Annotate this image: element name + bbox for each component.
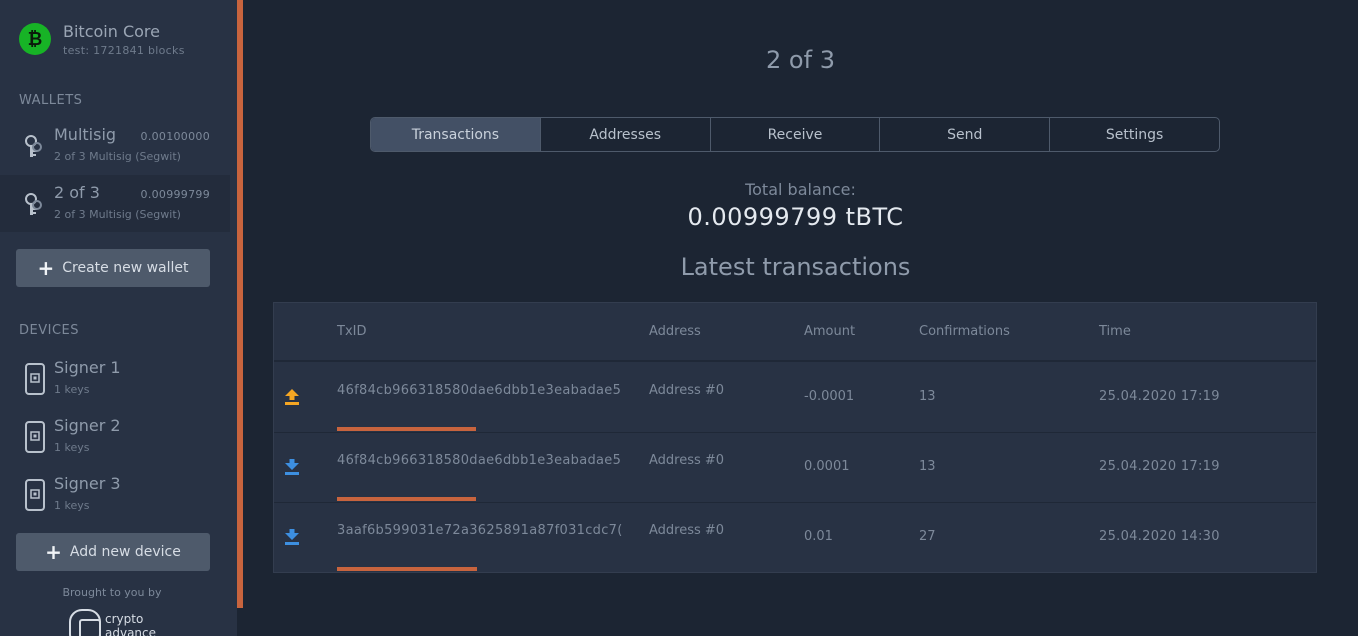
brought-to-you-label: Brought to you by: [62, 586, 162, 599]
latest-transactions-heading: Latest transactions: [680, 253, 911, 281]
tx-id-underline: [337, 567, 477, 571]
sponsor-logo-text: crypto advance: [105, 612, 157, 636]
keys-icon: [25, 135, 42, 157]
hardware-device-icon: [25, 363, 45, 395]
device-keys: 1 keys: [54, 441, 90, 454]
add-device-label: Add new device: [69, 544, 181, 560]
tx-id-underline: [337, 497, 476, 501]
hardware-device-icon: [25, 479, 45, 511]
tx-amount: 0.0001: [804, 459, 850, 474]
tx-id[interactable]: 46f84cb966318580dae6dbb1e3eabadae5: [337, 453, 629, 468]
download-arrow-icon: [285, 529, 299, 545]
keys-icon: [25, 193, 42, 215]
tab-receive[interactable]: Receive: [711, 118, 881, 151]
tx-time: 25.04.2020 17:19: [1099, 389, 1220, 404]
app-title: Bitcoin Core: [63, 22, 160, 41]
tx-id-underline: [337, 427, 476, 431]
total-balance-label: Total balance:: [745, 180, 856, 199]
wallet-name: Multisig: [54, 125, 117, 144]
tx-time: 25.04.2020 17:19: [1099, 459, 1220, 474]
tx-time: 25.04.2020 14:30: [1099, 529, 1220, 544]
column-header-time: Time: [1099, 324, 1131, 339]
device-keys: 1 keys: [54, 499, 90, 512]
plus-icon: +: [45, 540, 62, 564]
bitcoin-icon: ₿: [19, 23, 51, 55]
total-balance-value: 0.00999799 tBTC: [687, 203, 904, 231]
crypto-advance-logo[interactable]: crypto advance: [68, 608, 158, 636]
sidebar: ₿ Bitcoin Core test: 1721841 blocks WALL…: [0, 0, 237, 636]
wallet-type: 2 of 3 Multisig (Segwit): [54, 150, 181, 163]
wallet-balance: 0.00100000: [140, 130, 210, 143]
table-row[interactable]: 46f84cb966318580dae6dbb1e3eabadae5 Addre…: [274, 363, 1316, 433]
tab-transactions[interactable]: Transactions: [371, 118, 541, 151]
sidebar-wallet-2-of-3[interactable]: 2 of 3 0.00999799 2 of 3 Multisig (Segwi…: [0, 175, 230, 232]
wallets-section-label: WALLETS: [19, 93, 83, 108]
device-name: Signer 2: [54, 416, 121, 435]
tx-confirmations: 13: [919, 389, 936, 404]
wallet-tabs: Transactions Addresses Receive Send Sett…: [370, 117, 1220, 152]
column-header-address: Address: [649, 324, 701, 339]
sidebar-scrollbar-thumb[interactable]: [237, 0, 243, 608]
column-header-confirmations: Confirmations: [919, 324, 1010, 339]
device-name: Signer 3: [54, 474, 121, 493]
tx-confirmations: 27: [919, 529, 936, 544]
device-keys: 1 keys: [54, 383, 90, 396]
tx-amount: -0.0001: [804, 389, 855, 404]
tab-addresses[interactable]: Addresses: [541, 118, 711, 151]
tx-address[interactable]: Address #0: [649, 383, 724, 398]
tx-id[interactable]: 46f84cb966318580dae6dbb1e3eabadae5: [337, 383, 629, 398]
tx-address[interactable]: Address #0: [649, 523, 724, 538]
column-header-amount: Amount: [804, 324, 856, 339]
upload-arrow-icon: [285, 389, 299, 405]
sidebar-device-signer-3[interactable]: Signer 3 1 keys: [0, 469, 230, 519]
sidebar-device-signer-1[interactable]: Signer 1 1 keys: [0, 353, 230, 403]
sidebar-device-signer-2[interactable]: Signer 2 1 keys: [0, 411, 230, 461]
tx-confirmations: 13: [919, 459, 936, 474]
block-height: test: 1721841 blocks: [63, 44, 185, 57]
device-name: Signer 1: [54, 358, 121, 377]
devices-section-label: DEVICES: [19, 323, 79, 338]
create-wallet-button[interactable]: + Create new wallet: [16, 249, 210, 287]
tab-settings[interactable]: Settings: [1050, 118, 1219, 151]
sidebar-scrollbar-track[interactable]: [237, 608, 243, 636]
table-row[interactable]: 3aaf6b599031e72a3625891a87f031cdc7( Addr…: [274, 503, 1316, 573]
page-title: 2 of 3: [766, 46, 835, 74]
add-device-button[interactable]: + Add new device: [16, 533, 210, 571]
plus-icon: +: [37, 256, 55, 280]
tx-id[interactable]: 3aaf6b599031e72a3625891a87f031cdc7(: [337, 523, 629, 538]
column-header-txid: TxID: [337, 324, 367, 339]
wallet-balance: 0.00999799: [140, 188, 210, 201]
transactions-table: TxID Address Amount Confirmations Time 4…: [273, 302, 1317, 573]
sidebar-wallet-multisig[interactable]: Multisig 0.00100000 2 of 3 Multisig (Seg…: [0, 117, 230, 174]
wallet-name: 2 of 3: [54, 183, 100, 202]
hardware-device-icon: [25, 421, 45, 453]
tx-address[interactable]: Address #0: [649, 453, 724, 468]
wallet-type: 2 of 3 Multisig (Segwit): [54, 208, 181, 221]
table-header: TxID Address Amount Confirmations Time: [274, 303, 1316, 362]
tx-amount: 0.01: [804, 529, 833, 544]
tab-send[interactable]: Send: [880, 118, 1051, 151]
create-wallet-label: Create new wallet: [62, 260, 189, 276]
table-row[interactable]: 46f84cb966318580dae6dbb1e3eabadae5 Addre…: [274, 433, 1316, 503]
download-arrow-icon: [285, 459, 299, 475]
